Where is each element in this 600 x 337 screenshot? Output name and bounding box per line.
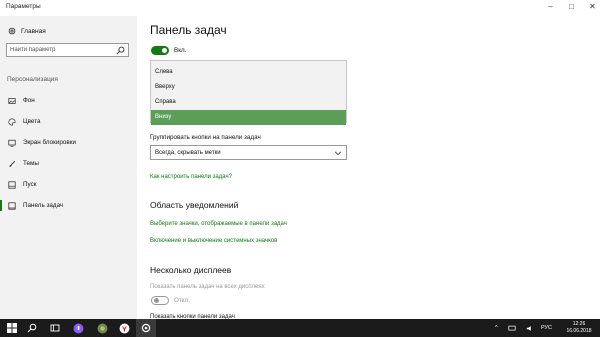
taskbar-app-game[interactable] [92, 319, 112, 337]
sidebar-home[interactable]: Главная [8, 27, 46, 35]
close-button[interactable]: ✕ [582, 0, 600, 14]
group-buttons-value: Всегда, скрывать метки [155, 150, 221, 156]
chevron-down-icon [334, 151, 342, 156]
clock-time: 12:26 [572, 321, 586, 327]
sidebar-item-start[interactable]: Пуск [0, 174, 137, 195]
game-app-icon [97, 323, 107, 333]
gear-icon [141, 323, 151, 333]
notification-area-heading: Область уведомлений [150, 200, 239, 210]
search-icon[interactable] [116, 46, 125, 55]
select-icons-link[interactable]: Выберите значки, отображаемые в панели з… [150, 221, 287, 227]
page-title: Панель задач [150, 23, 227, 37]
minimize-button[interactable]: – [540, 0, 561, 14]
lock-taskbar-toggle[interactable] [151, 46, 169, 55]
taskbar-app-settings[interactable] [136, 319, 156, 337]
system-icons-link[interactable]: Включение и выключение системных значков [150, 238, 277, 244]
clock-date: 16.06.2018 [566, 328, 592, 334]
main-content: Панель задач Вкл. Слева Вверху Справа Вн… [137, 16, 600, 320]
toggle-knob [154, 298, 159, 303]
window-title: Параметры [6, 3, 41, 10]
taskbar-icon [8, 201, 16, 210]
network-icon[interactable] [508, 319, 516, 337]
sidebar-nav: Фон Цвета Экран блокировки Темы Пуск Пан… [0, 90, 137, 216]
windows-taskbar: Y ^ РУС 12:26 16.06.2018 [0, 319, 600, 337]
sidebar-item-label: Цвета [23, 118, 41, 125]
sidebar-item-lock-screen[interactable]: Экран блокировки [0, 132, 137, 153]
multiple-displays-heading: Несколько дисплеев [150, 265, 232, 275]
speaker-glyph [526, 325, 531, 331]
input-language-indicator[interactable]: РУС [541, 319, 552, 337]
sidebar-item-background[interactable]: Фон [0, 90, 137, 111]
volume-icon[interactable] [526, 319, 534, 337]
palette-icon [8, 117, 16, 126]
sidebar-item-label: Экран блокировки [23, 139, 76, 146]
sidebar: Главная Персонализация Фон Цвета [0, 16, 137, 319]
yandex-browser-icon: Y [119, 323, 129, 333]
sidebar-item-label: Панель задач [23, 202, 64, 209]
start-button[interactable] [2, 319, 22, 337]
taskbar-app-yandex-browser[interactable]: Y [114, 319, 134, 337]
voice-assistant-icon [73, 323, 83, 333]
maximize-button[interactable]: □ [561, 0, 582, 14]
tray-chevron-up-icon[interactable]: ^ [495, 319, 498, 337]
search-box[interactable] [6, 43, 129, 57]
task-view-button[interactable] [45, 319, 65, 337]
sidebar-item-label: Пуск [23, 181, 37, 188]
dropdown-option-top[interactable]: Вверху [151, 80, 346, 95]
sidebar-item-label: Темы [23, 160, 39, 167]
show-on-all-displays-toggle-label: Откл. [174, 297, 191, 304]
sidebar-item-themes[interactable]: Темы [0, 153, 137, 174]
section-label-personalization: Персонализация [7, 76, 58, 83]
dropdown-option-left[interactable]: Слева [151, 65, 346, 80]
taskbar-search-button[interactable] [22, 319, 42, 337]
windows-logo-icon [7, 323, 17, 333]
show-on-all-displays-toggle[interactable] [151, 296, 169, 305]
sidebar-item-colors[interactable]: Цвета [0, 111, 137, 132]
group-buttons-label: Группировать кнопки на панели задач [150, 134, 261, 141]
task-view-icon [50, 324, 60, 332]
network-glyph [508, 325, 516, 330]
search-icon [27, 323, 37, 333]
dropdown-option-bottom[interactable]: Внизу [151, 110, 346, 125]
lock-taskbar-toggle-label: Вкл. [174, 47, 187, 54]
window-titlebar: Параметры – □ ✕ [0, 0, 600, 16]
show-on-all-displays-label: Показать панель задач на всех дисплеях [150, 284, 265, 290]
picture-icon [8, 97, 16, 104]
dropdown-option-right[interactable]: Справа [151, 95, 346, 110]
toggle-knob [162, 48, 167, 53]
svg-text:Y: Y [121, 324, 126, 333]
lock-screen-icon [8, 139, 16, 147]
taskbar-clock[interactable]: 12:26 16.06.2018 [564, 321, 594, 335]
group-buttons-select[interactable]: Всегда, скрывать метки [150, 145, 347, 160]
search-input[interactable] [10, 45, 110, 55]
taskbar-position-dropdown[interactable]: Слева Вверху Справа Внизу [150, 60, 347, 125]
start-icon [8, 180, 16, 189]
sidebar-home-label: Главная [21, 27, 46, 35]
brush-icon [9, 160, 16, 167]
gear-icon [8, 27, 16, 35]
sidebar-item-taskbar[interactable]: Панель задач [0, 195, 137, 216]
sidebar-item-label: Фон [23, 97, 35, 104]
customize-taskbar-link[interactable]: Как настроить панели задач? [150, 174, 232, 180]
taskbar-app-voice-assistant[interactable] [68, 319, 88, 337]
